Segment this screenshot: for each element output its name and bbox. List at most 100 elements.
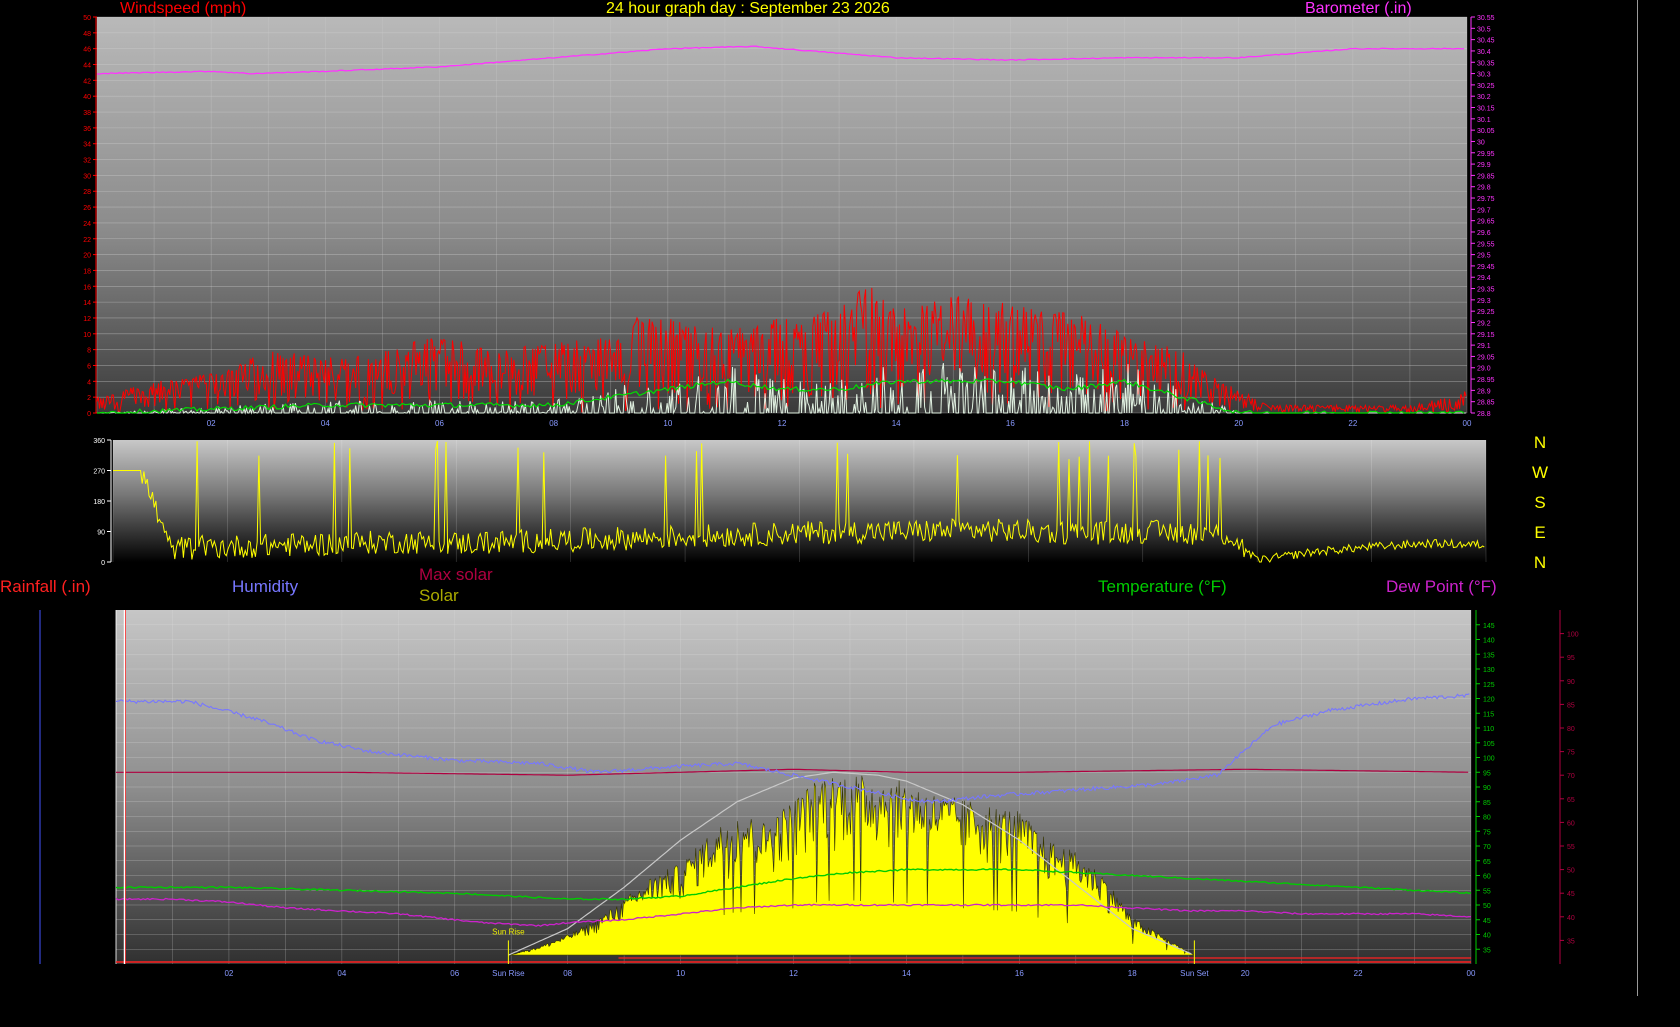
windspeed-tick-label: 16 [83, 284, 91, 291]
barometer-tick-label: 30 [1477, 139, 1485, 146]
barometer-tick-label: 29.25 [1477, 309, 1495, 316]
windspeed-tick-label: 40 [83, 94, 91, 101]
barometer-tick-label: 28.85 [1477, 400, 1495, 407]
bottom-x-tick-label: 08 [563, 969, 572, 978]
barometer-tick-label: 30.1 [1477, 117, 1491, 124]
top-x-tick-label: 04 [321, 419, 330, 428]
barometer-tick-label: 29.6 [1477, 230, 1491, 237]
temperature-tick-label: 135 [1483, 652, 1495, 659]
windspeed-tick-label: 32 [83, 158, 91, 165]
barometer-tick-label: 29.0 [1477, 366, 1491, 373]
windspeed-tick-label: 26 [83, 205, 91, 212]
bottom-x-tick-label: 10 [676, 969, 685, 978]
windspeed-tick-label: 38 [83, 110, 91, 117]
bottom-x-tick-label: 18 [1128, 969, 1137, 978]
barometer-tick-label: 29.45 [1477, 264, 1495, 271]
windspeed-tick-label: 10 [83, 332, 91, 339]
windspeed-tick-label: 48 [83, 31, 91, 38]
temperature-tick-label: 80 [1483, 815, 1491, 822]
windspeed-tick-label: 18 [83, 268, 91, 275]
barometer-tick-label: 29.55 [1477, 241, 1495, 248]
dew-point-tick-label: 60 [1567, 820, 1575, 827]
wind-barometer-panel: 0246810121416182022242628303234363840424… [83, 15, 1494, 428]
dew-point-tick-label: 85 [1567, 702, 1575, 709]
temperature-tick-label: 40 [1483, 933, 1491, 940]
dew-point-tick-label: 100 [1567, 632, 1579, 639]
windspeed-tick-label: 4 [87, 379, 91, 386]
top-x-tick-label: 02 [207, 419, 216, 428]
temperature-tick-label: 60 [1483, 874, 1491, 881]
barometer-tick-label: 30.3 [1477, 72, 1491, 79]
windspeed-tick-label: 2 [87, 395, 91, 402]
barometer-tick-label: 29.05 [1477, 354, 1495, 361]
top-x-tick-label: 08 [549, 419, 558, 428]
bottom-x-tick-label: 16 [1015, 969, 1024, 978]
barometer-tick-label: 30.15 [1477, 106, 1495, 113]
barometer-tick-label: 28.9 [1477, 388, 1491, 395]
barometer-tick-label: 29.5 [1477, 253, 1491, 260]
direction-tick-label: 270 [93, 469, 105, 476]
direction-tick-label: 90 [97, 530, 105, 537]
barometer-tick-label: 29.15 [1477, 332, 1495, 339]
dew-point-tick-label: 75 [1567, 750, 1575, 757]
barometer-tick-label: 29.85 [1477, 173, 1495, 180]
dew-point-tick-label: 45 [1567, 891, 1575, 898]
bottom-x-tick-label: Sun Rise [492, 969, 525, 978]
windspeed-tick-label: 0 [87, 411, 91, 418]
temperature-tick-label: 105 [1483, 741, 1495, 748]
bottom-x-tick-label: 22 [1354, 969, 1363, 978]
temperature-tick-label: 120 [1483, 697, 1495, 704]
top-x-tick-label: 22 [1348, 419, 1357, 428]
bottom-x-tick-label: Sun Set [1180, 969, 1209, 978]
windspeed-tick-label: 22 [83, 237, 91, 244]
temperature-tick-label: 100 [1483, 756, 1495, 763]
barometer-tick-label: 29.9 [1477, 162, 1491, 169]
bottom-x-tick-label: 00 [1467, 969, 1476, 978]
barometer-tick-label: 30.25 [1477, 83, 1495, 90]
temperature-tick-label: 130 [1483, 667, 1495, 674]
temperature-tick-label: 140 [1483, 638, 1495, 645]
temperature-tick-label: 110 [1483, 726, 1494, 733]
barometer-tick-label: 29.7 [1477, 207, 1491, 214]
temperature-tick-label: 115 [1483, 711, 1494, 718]
windspeed-tick-label: 44 [83, 63, 91, 70]
dew-point-tick-label: 55 [1567, 844, 1575, 851]
temperature-tick-label: 50 [1483, 903, 1491, 910]
barometer-tick-label: 30.45 [1477, 38, 1495, 45]
windspeed-tick-label: 24 [83, 221, 91, 228]
barometer-tick-label: 29.4 [1477, 275, 1491, 282]
barometer-tick-label: 28.8 [1477, 411, 1491, 418]
windspeed-tick-label: 36 [83, 126, 91, 133]
top-x-tick-label: 16 [1006, 419, 1015, 428]
top-x-tick-label: 20 [1234, 419, 1243, 428]
windspeed-tick-label: 30 [83, 173, 91, 180]
weather-graph-page: 24 hour graph day : September 23 2026 Wi… [0, 0, 1680, 1027]
direction-tick-label: 180 [93, 499, 105, 506]
barometer-tick-label: 30.35 [1477, 60, 1495, 67]
windspeed-tick-label: 50 [83, 15, 91, 22]
temperature-tick-label: 85 [1483, 800, 1491, 807]
barometer-tick-label: 29.8 [1477, 185, 1491, 192]
barometer-tick-label: 29.35 [1477, 287, 1495, 294]
bottom-x-tick-label: 20 [1241, 969, 1250, 978]
weather-charts: 0246810121416182022242628303234363840424… [39, 15, 1579, 978]
windspeed-tick-label: 34 [83, 142, 91, 149]
windspeed-tick-label: 6 [87, 363, 91, 370]
barometer-tick-label: 29.65 [1477, 219, 1495, 226]
barometer-tick-label: 29.95 [1477, 151, 1495, 158]
temperature-tick-label: 95 [1483, 770, 1491, 777]
barometer-tick-label: 29.3 [1477, 298, 1491, 305]
sun-rise-label: Sun Rise [492, 928, 525, 937]
barometer-tick-label: 30.55 [1477, 15, 1495, 22]
barometer-tick-label: 29.1 [1477, 343, 1491, 350]
top-x-tick-label: 14 [892, 419, 901, 428]
direction-tick-label: 0 [101, 560, 105, 567]
top-x-tick-label: 06 [435, 419, 444, 428]
wind-direction-panel: 0 90 180 270 360 [93, 438, 1487, 567]
direction-tick-label: 360 [93, 438, 105, 445]
temperature-tick-label: 75 [1483, 829, 1491, 836]
temperature-tick-label: 55 [1483, 888, 1491, 895]
windspeed-tick-label: 46 [83, 47, 91, 54]
bottom-x-tick-label: 06 [450, 969, 459, 978]
dew-point-tick-label: 95 [1567, 655, 1575, 662]
